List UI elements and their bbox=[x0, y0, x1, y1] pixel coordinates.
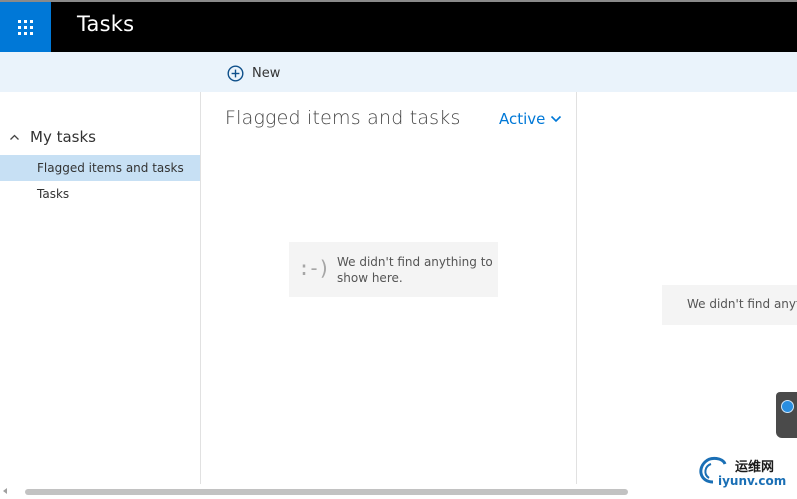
filter-dropdown[interactable]: Active bbox=[499, 110, 562, 128]
app-title: Tasks bbox=[77, 12, 135, 36]
reading-empty-state: We didn't find anyth bbox=[662, 285, 797, 325]
my-tasks-label: My tasks bbox=[30, 128, 96, 146]
sidebar-item-label: Tasks bbox=[37, 187, 70, 201]
sidebar-item-label: Flagged items and tasks bbox=[37, 161, 184, 175]
add-circle-icon bbox=[227, 64, 244, 82]
task-list-pane: Flagged items and tasks Active :-) We di… bbox=[201, 92, 577, 484]
new-task-label: New bbox=[252, 65, 281, 81]
empty-state: :-) We didn't find anything to show here… bbox=[289, 242, 498, 297]
app-launcher-button[interactable] bbox=[0, 2, 51, 52]
my-tasks-group-header[interactable]: My tasks bbox=[0, 126, 200, 148]
folder-pane: My tasks Flagged items and tasks Tasks bbox=[0, 92, 201, 484]
sidebar-item-tasks[interactable]: Tasks bbox=[0, 181, 200, 207]
app-launcher-grid-icon bbox=[18, 20, 33, 35]
watermark-text-en: iyunv.com bbox=[718, 474, 787, 488]
watermark-text-cn: 运维网 bbox=[735, 460, 775, 475]
scroll-left-arrow-icon[interactable] bbox=[3, 488, 7, 494]
empty-message: We didn't find anything to show here. bbox=[337, 255, 493, 285]
filter-label: Active bbox=[499, 110, 546, 128]
top-bar: Tasks bbox=[0, 0, 797, 52]
horizontal-scrollbar[interactable] bbox=[0, 484, 797, 499]
remote-support-tab[interactable] bbox=[776, 392, 797, 438]
chevron-down-icon bbox=[551, 115, 562, 123]
command-bar: New bbox=[0, 52, 797, 92]
scrollbar-thumb[interactable] bbox=[25, 489, 628, 495]
sidebar-item-flagged[interactable]: Flagged items and tasks bbox=[0, 155, 200, 181]
reading-pane: We didn't find anyth bbox=[577, 92, 797, 484]
remote-support-icon bbox=[781, 400, 794, 413]
new-task-button[interactable]: New bbox=[227, 63, 280, 83]
top-bar-edge bbox=[0, 0, 797, 2]
chevron-up-icon bbox=[10, 134, 19, 140]
list-title: Flagged items and tasks bbox=[225, 107, 461, 129]
reading-empty-message: We didn't find anyth bbox=[687, 297, 797, 311]
watermark-logo: 运维网 iyunv.com bbox=[693, 452, 793, 488]
empty-face-icon: :-) bbox=[298, 256, 330, 280]
